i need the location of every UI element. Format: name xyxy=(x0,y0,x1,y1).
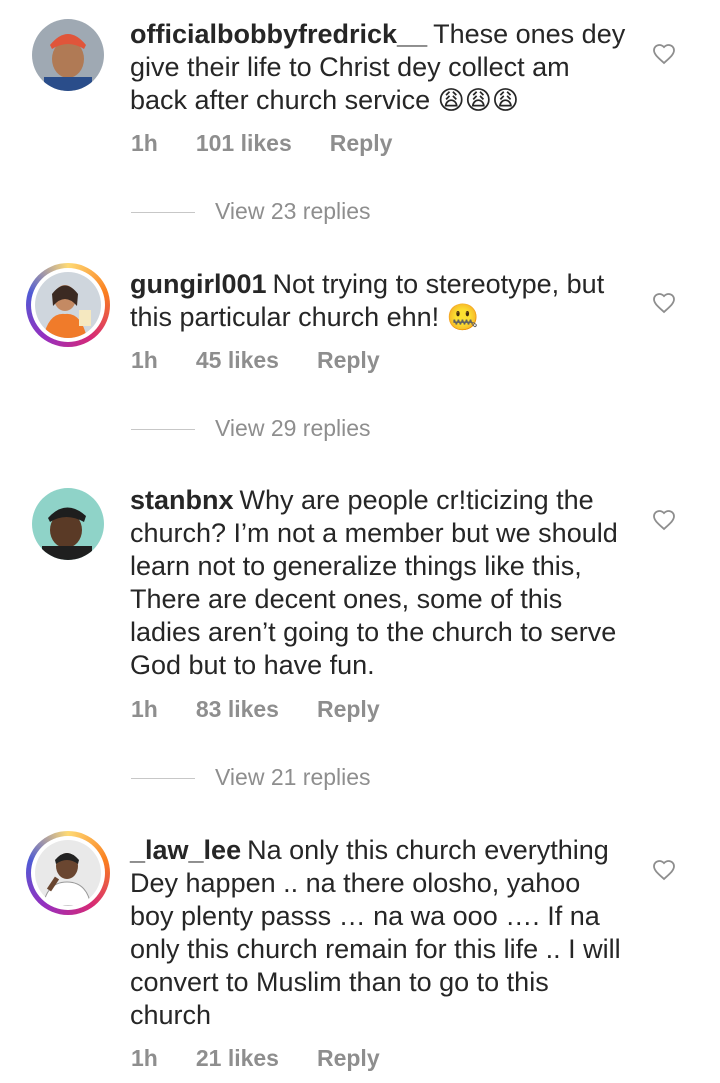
comment-meta: 1h 21 likes Reply xyxy=(131,1045,418,1072)
comment-text-block: stanbnx Why are people cr!ticizing the ch… xyxy=(130,484,630,682)
divider xyxy=(131,778,195,779)
comment-emoji: 😩😩😩 xyxy=(437,86,519,116)
comment-time: 1h xyxy=(131,347,158,373)
avatar[interactable] xyxy=(26,13,110,97)
comment-time: 1h xyxy=(131,1045,158,1071)
avatar-image xyxy=(35,840,101,906)
comment-text-block: officialbobbyfredrick__ These ones dey gi… xyxy=(130,18,630,118)
view-replies-button[interactable]: View 23 replies xyxy=(131,198,531,228)
comment-emoji: 🤐 xyxy=(446,303,480,333)
avatar[interactable] xyxy=(26,831,110,915)
comment-likes[interactable]: 83 likes xyxy=(196,696,279,722)
comment-meta: 1h 101 likes Reply xyxy=(131,130,430,157)
view-replies-label: View 21 replies xyxy=(215,764,371,790)
comment-username[interactable]: _law_lee xyxy=(130,835,241,865)
comment-likes[interactable]: 101 likes xyxy=(196,130,292,156)
comment-meta: 1h 83 likes Reply xyxy=(131,696,418,723)
divider xyxy=(131,429,195,430)
view-replies-label: View 23 replies xyxy=(215,198,371,224)
avatar[interactable] xyxy=(26,482,110,566)
comment-username[interactable]: gungirl001 xyxy=(130,269,267,299)
reply-button[interactable]: Reply xyxy=(317,696,380,722)
reply-button[interactable]: Reply xyxy=(330,130,393,156)
comment-meta: 1h 45 likes Reply xyxy=(131,347,418,374)
heart-outline-icon[interactable] xyxy=(652,42,676,66)
avatar-image xyxy=(32,488,104,560)
divider xyxy=(131,212,195,213)
avatar-image xyxy=(35,272,101,338)
heart-outline-icon[interactable] xyxy=(652,858,676,882)
view-replies-button[interactable]: View 21 replies xyxy=(131,764,531,794)
comment-time: 1h xyxy=(131,130,158,156)
heart-outline-icon[interactable] xyxy=(652,508,676,532)
comment-text-block: gungirl001 Not trying to stereotype, but … xyxy=(130,268,630,335)
reply-button[interactable]: Reply xyxy=(317,1045,380,1071)
reply-button[interactable]: Reply xyxy=(317,347,380,373)
comment-username[interactable]: stanbnx xyxy=(130,485,234,515)
heart-outline-icon[interactable] xyxy=(652,291,676,315)
comment-likes[interactable]: 21 likes xyxy=(196,1045,279,1071)
comment-text-block: _law_lee Na only this church everything D… xyxy=(130,834,630,1032)
avatar-image xyxy=(32,19,104,91)
avatar[interactable] xyxy=(26,263,110,347)
view-replies-button[interactable]: View 29 replies xyxy=(131,415,531,445)
comment-likes[interactable]: 45 likes xyxy=(196,347,279,373)
comment-time: 1h xyxy=(131,696,158,722)
comment-username[interactable]: officialbobbyfredrick__ xyxy=(130,19,427,49)
view-replies-label: View 29 replies xyxy=(215,415,371,441)
